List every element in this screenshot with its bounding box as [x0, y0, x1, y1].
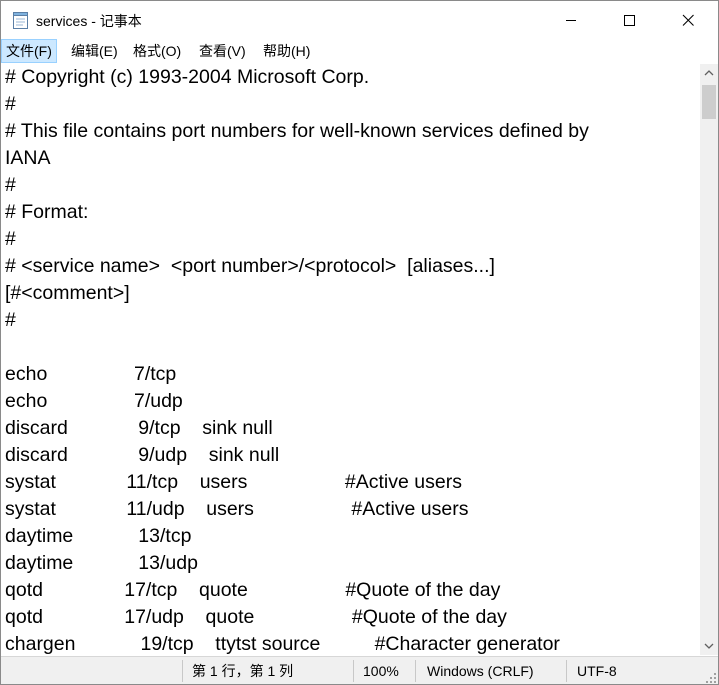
title-bar[interactable]: services - 记事本: [1, 1, 718, 39]
scroll-up-arrow-icon[interactable]: [700, 64, 718, 82]
text-line: # <service name> <port number>/<protocol…: [5, 255, 495, 277]
scrollbar-thumb[interactable]: [702, 85, 716, 119]
text-line: [#<comment>]: [5, 282, 130, 304]
maximize-icon: [624, 15, 635, 26]
text-line: discard 9/tcp sink null: [5, 417, 273, 439]
text-line: #: [5, 174, 16, 196]
minimize-icon: [566, 20, 576, 21]
text-line: daytime 13/udp: [5, 552, 198, 574]
zoom-level: 100%: [363, 663, 399, 679]
vertical-scrollbar[interactable]: [700, 64, 718, 655]
window-title: services - 记事本: [36, 13, 142, 29]
menu-format[interactable]: 格式(O): [129, 40, 185, 62]
text-line: discard 9/udp sink null: [5, 444, 280, 466]
menu-file[interactable]: 文件(F): [1, 39, 57, 63]
close-button[interactable]: [659, 1, 717, 39]
line-ending: Windows (CRLF): [427, 663, 534, 679]
text-line: daytime 13/tcp: [5, 525, 192, 547]
text-line: echo 7/udp: [5, 390, 183, 412]
text-line: echo 7/tcp: [5, 363, 177, 385]
notepad-app-icon: [13, 12, 28, 29]
text-line: IANA: [5, 147, 51, 169]
close-icon: [682, 14, 694, 26]
menu-edit[interactable]: 编辑(E): [67, 40, 122, 62]
text-editor-area[interactable]: # Copyright (c) 1993-2004 Microsoft Corp…: [1, 64, 700, 655]
text-line: #: [5, 309, 16, 331]
cursor-position: 第 1 行，第 1 列: [192, 663, 294, 679]
text-line: qotd 17/tcp quote #Quote of the day: [5, 579, 501, 601]
status-bar: 第 1 行，第 1 列 100% Windows (CRLF) UTF-8: [1, 656, 718, 684]
text-line: #: [5, 93, 16, 115]
status-divider: [353, 660, 354, 682]
resize-grip-icon[interactable]: [705, 672, 717, 684]
maximize-button[interactable]: [600, 1, 658, 39]
status-divider: [566, 660, 567, 682]
text-line: systat 11/tcp users #Active users: [5, 471, 462, 493]
status-divider: [415, 660, 416, 682]
text-line: qotd 17/udp quote #Quote of the day: [5, 606, 507, 628]
encoding: UTF-8: [577, 663, 617, 679]
text-line: # Copyright (c) 1993-2004 Microsoft Corp…: [5, 66, 370, 88]
text-line: # Format:: [5, 201, 89, 223]
minimize-button[interactable]: [542, 1, 600, 39]
scroll-down-arrow-icon[interactable]: [700, 637, 718, 655]
menu-help[interactable]: 帮助(H): [259, 40, 314, 62]
notepad-window: services - 记事本 文件(F) 编辑(E) 格式(O) 查看(V) 帮…: [0, 0, 719, 685]
text-line: systat 11/udp users #Active users: [5, 498, 469, 520]
text-line: #: [5, 228, 16, 250]
menu-view[interactable]: 查看(V): [195, 40, 250, 62]
menu-bar: 文件(F) 编辑(E) 格式(O) 查看(V) 帮助(H): [1, 39, 718, 65]
text-line: chargen 19/tcp ttytst source #Character …: [5, 633, 560, 655]
status-divider: [182, 660, 183, 682]
text-line: # This file contains port numbers for we…: [5, 120, 589, 142]
